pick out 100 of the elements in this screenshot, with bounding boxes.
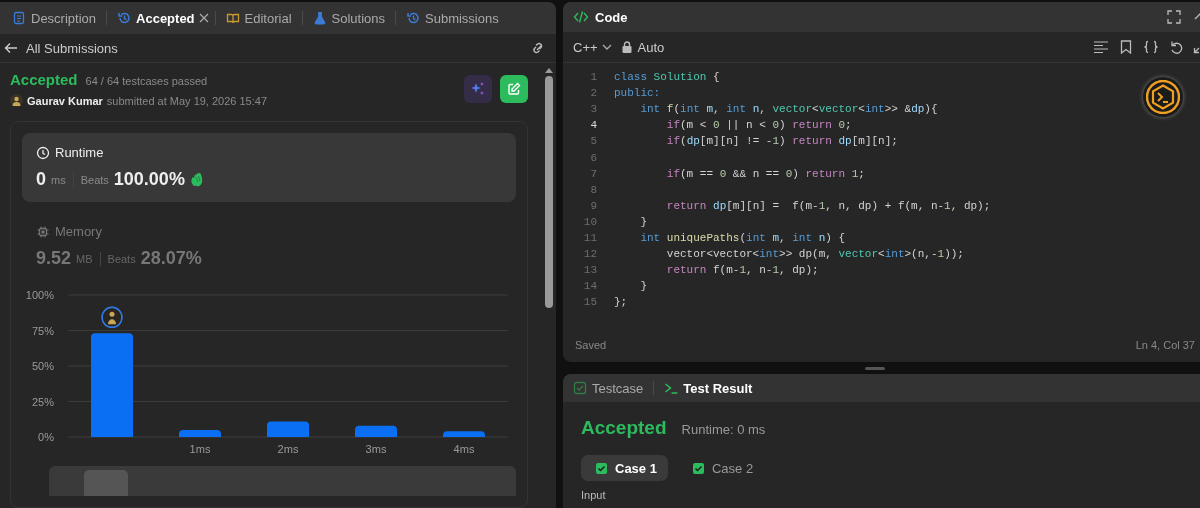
axis-label: 50% bbox=[31, 360, 54, 372]
code-line: class Solution { bbox=[614, 71, 720, 84]
line-number: 15 bbox=[582, 296, 597, 309]
user-name[interactable]: Gaurav Kumar bbox=[27, 94, 103, 107]
axis-label: 75% bbox=[31, 324, 54, 337]
line-number: 3 bbox=[589, 103, 597, 116]
code-line: int f(int m, int n, vector<vector<int>> &dp){ bbox=[639, 103, 938, 116]
submission-status: Accepted bbox=[10, 71, 78, 88]
input-label: Input bbox=[581, 489, 607, 501]
case-tab[interactable]: Case 1 bbox=[581, 455, 668, 481]
clock-icon bbox=[36, 145, 50, 160]
code-line: } bbox=[639, 215, 647, 228]
code-line: public: bbox=[614, 87, 661, 100]
line-number: 1 bbox=[589, 71, 597, 84]
submission-time: submitted at May 19, 2026 15:47 bbox=[106, 94, 268, 107]
runtime-label: Runtime: 0 ms bbox=[681, 422, 766, 437]
history-icon bbox=[406, 11, 420, 25]
edit-button[interactable] bbox=[500, 75, 528, 103]
cursor-position: Ln 4, Col 37 bbox=[1135, 339, 1195, 351]
ai-button[interactable] bbox=[464, 75, 492, 103]
stat-card[interactable]: Runtime 0 ms Beats 100.00% bbox=[22, 133, 516, 202]
bar[interactable] bbox=[355, 425, 397, 437]
chevron-down-icon bbox=[601, 42, 612, 52]
code-line: if(dp[m][n] != -1) return dp[m][n]; bbox=[665, 135, 898, 148]
line-number: 4 bbox=[589, 119, 597, 132]
stat-title: Runtime bbox=[55, 145, 104, 160]
stat-unit: MB bbox=[76, 252, 93, 265]
axis-label: 1ms bbox=[189, 443, 211, 455]
testcase-count: 64 / 64 testcases passed bbox=[85, 75, 208, 87]
terminal-hexagon-icon bbox=[1146, 80, 1180, 114]
code-line: int uniquePaths(int m, int n) { bbox=[639, 232, 846, 244]
undo-icon[interactable] bbox=[1169, 40, 1183, 54]
fullscreen-icon[interactable] bbox=[1167, 10, 1181, 24]
mode-label: Auto bbox=[637, 39, 665, 55]
history-icon bbox=[117, 11, 132, 25]
code-line: vector<vector<int>> dp(m, vector<int>(n,-1)); bbox=[665, 248, 964, 261]
line-number: 8 bbox=[589, 183, 597, 196]
tab[interactable]: Submissions bbox=[402, 6, 503, 30]
sparkle-icon bbox=[470, 81, 486, 97]
bookmark-icon[interactable] bbox=[1119, 40, 1133, 54]
back-link[interactable]: All Submissions bbox=[4, 40, 118, 56]
save-status: Saved bbox=[575, 339, 607, 351]
tab[interactable]: Editorial bbox=[221, 6, 296, 30]
line-number: 7 bbox=[589, 167, 597, 180]
stat-title: Memory bbox=[55, 224, 102, 239]
stat-value: 9.52 bbox=[36, 248, 72, 269]
document-icon bbox=[12, 11, 26, 25]
book-icon bbox=[225, 11, 240, 25]
tab[interactable]: Description bbox=[8, 6, 101, 30]
beats-percent: 100.00% bbox=[113, 169, 185, 190]
axis-label: 2ms bbox=[277, 443, 299, 455]
back-arrow-icon bbox=[4, 42, 18, 54]
stat-value: 0 bbox=[36, 169, 46, 190]
stat-unit: ms bbox=[51, 173, 66, 186]
code-line: if(m < 0 || n < 0) return 0; bbox=[665, 119, 852, 132]
panel-title: Code bbox=[595, 9, 628, 25]
axis-label: 4ms bbox=[453, 443, 475, 455]
terminal-button[interactable] bbox=[1143, 77, 1183, 117]
beats-label: Beats bbox=[80, 173, 109, 186]
line-number: 2 bbox=[589, 87, 597, 100]
line-number: 9 bbox=[589, 199, 597, 212]
code-line: }; bbox=[614, 296, 628, 309]
axis-label: 0% bbox=[38, 431, 54, 443]
code-icon bbox=[573, 10, 589, 24]
terminal-icon bbox=[664, 381, 679, 395]
line-number: 10 bbox=[582, 215, 597, 228]
code-line: return dp[m][n] = f(m-1, n, dp) + f(m, n-1, dp); bbox=[665, 199, 991, 212]
code-line: if(m == 0 && n == 0) return 1; bbox=[665, 167, 865, 180]
tab[interactable]: Testcase bbox=[569, 376, 648, 400]
line-number: 5 bbox=[589, 135, 597, 148]
line-number: 12 bbox=[582, 248, 597, 261]
braces-icon[interactable] bbox=[1143, 40, 1159, 54]
language-dropdown[interactable]: C++ bbox=[573, 39, 612, 55]
bar[interactable] bbox=[179, 429, 221, 437]
code-line: } bbox=[639, 280, 647, 293]
chip-icon bbox=[36, 224, 50, 239]
axis-label: 100% bbox=[25, 289, 54, 301]
line-number: 6 bbox=[589, 151, 597, 164]
close-icon[interactable] bbox=[198, 13, 209, 23]
beats-percent: 28.07% bbox=[140, 248, 202, 269]
result-status: Accepted bbox=[581, 417, 667, 439]
line-number: 11 bbox=[582, 232, 597, 244]
range-handle[interactable] bbox=[84, 470, 128, 496]
format-lines-icon[interactable] bbox=[1093, 40, 1109, 54]
avatar-marker bbox=[101, 306, 123, 329]
tab[interactable]: Test Result bbox=[660, 376, 757, 400]
edit-icon bbox=[507, 82, 521, 96]
tab[interactable]: Solutions bbox=[308, 6, 389, 30]
flask-icon bbox=[312, 11, 327, 25]
avatar bbox=[10, 94, 23, 107]
code-line: return f(m-1, n-1, dp); bbox=[665, 264, 819, 277]
lock-icon bbox=[621, 41, 632, 53]
bar[interactable] bbox=[443, 431, 485, 437]
beats-label: Beats bbox=[107, 252, 136, 265]
case-tab[interactable]: Case 2 bbox=[677, 455, 765, 481]
axis-label: 3ms bbox=[365, 443, 387, 455]
scroll-up-arrow-icon[interactable] bbox=[545, 67, 553, 73]
tab[interactable]: Accepted bbox=[113, 6, 199, 30]
resize-handle[interactable] bbox=[865, 366, 885, 370]
line-number: 14 bbox=[582, 280, 597, 293]
